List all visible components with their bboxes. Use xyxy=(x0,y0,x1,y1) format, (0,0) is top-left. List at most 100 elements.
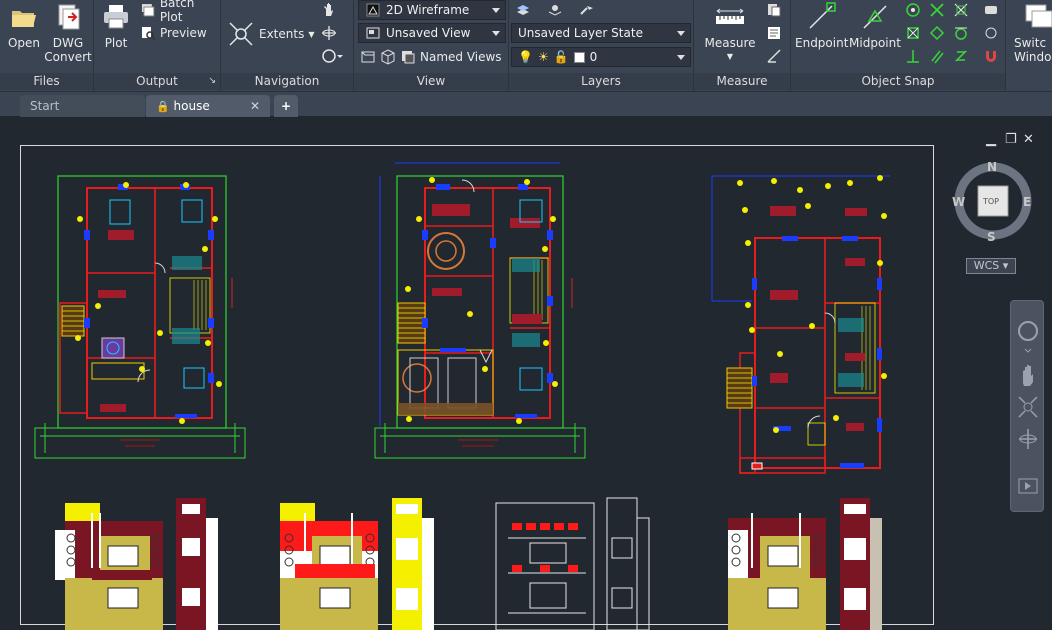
measure-button[interactable]: Measure ▼ xyxy=(700,2,760,64)
files-panel: Open DWG Convert Files xyxy=(0,0,94,92)
layer-thaw-icon: ☀ xyxy=(537,50,549,64)
layer-isolate-icon[interactable] xyxy=(547,2,563,18)
dwg-convert-button[interactable]: DWG Convert xyxy=(44,2,92,64)
viewcube-south[interactable]: S xyxy=(987,230,996,244)
layer-state-dropdown[interactable]: Unsaved Layer State xyxy=(511,23,691,43)
floor-plan-1 xyxy=(34,175,246,459)
zoom-extents-icon xyxy=(229,22,253,46)
navigation-bar xyxy=(1010,300,1044,512)
current-layer-value: 0 xyxy=(589,50,598,64)
layer-unlock-icon: 🔓 xyxy=(553,50,569,64)
magnet-icon[interactable] xyxy=(983,48,999,64)
named-view-dropdown[interactable]: Unsaved View xyxy=(358,23,506,43)
nearest-snap-icon[interactable] xyxy=(953,48,969,64)
snap-tools-column xyxy=(983,2,999,64)
preview-label: Preview xyxy=(160,26,207,40)
pan-icon[interactable] xyxy=(1023,365,1033,386)
viewcube[interactable]: N S E W TOP xyxy=(950,158,1036,244)
minimize-viewport-icon[interactable]: ▁ xyxy=(986,132,996,147)
open-button[interactable]: Open xyxy=(6,2,42,50)
batch-plot-button[interactable]: Batch Plot xyxy=(140,0,220,24)
tangent-snap-icon[interactable] xyxy=(953,25,969,41)
layer-properties-icon[interactable] xyxy=(515,2,531,18)
endpoint-snap-icon xyxy=(806,2,836,32)
extents-label: Extents xyxy=(259,27,305,41)
dwg-convert-icon xyxy=(53,2,83,32)
orbit-icon[interactable] xyxy=(1019,429,1037,449)
plot-label: Plot xyxy=(104,36,128,50)
named-views-button[interactable]: Named Views xyxy=(420,50,502,64)
midpoint-snap-button[interactable]: Midpoint xyxy=(849,2,901,50)
viewcube-north[interactable]: N xyxy=(987,160,997,174)
ruler-icon xyxy=(715,2,745,32)
intersection-snap-icon[interactable] xyxy=(929,2,945,18)
midpoint-snap-icon xyxy=(860,2,890,32)
plot-button[interactable]: Plot xyxy=(98,2,134,50)
view-tools-row: Named Views xyxy=(360,47,502,67)
snap-settings-icon[interactable] xyxy=(983,2,999,18)
close-tab-icon[interactable]: ✕ xyxy=(250,95,260,117)
pan-icon[interactable] xyxy=(321,2,337,21)
snap-grid xyxy=(905,2,977,64)
viewcube-east[interactable]: E xyxy=(1023,195,1031,209)
full-navigation-wheel-icon[interactable] xyxy=(1018,321,1038,341)
files-panel-title: Files xyxy=(0,73,93,90)
wireframe-icon xyxy=(366,3,380,17)
wcs-menu[interactable]: WCS ▾ xyxy=(966,258,1016,274)
orbit-icon[interactable] xyxy=(321,25,337,44)
cube-icon[interactable] xyxy=(380,49,396,65)
view-icon xyxy=(366,27,380,39)
switch-windows-label-2: Windo xyxy=(1014,50,1052,64)
layer-state-value: Unsaved Layer State xyxy=(518,26,643,40)
node-snap-icon[interactable] xyxy=(905,25,921,41)
elevation-3 xyxy=(495,497,650,630)
elevation-2 xyxy=(280,498,434,630)
chevron-down-icon xyxy=(677,55,685,60)
cad-drawing xyxy=(34,162,890,630)
view-panel: 2D Wireframe Unsaved View Named Views Vi… xyxy=(354,0,509,92)
switch-windows-button[interactable]: Switc Windo xyxy=(1014,2,1052,64)
elevation-4 xyxy=(728,498,882,630)
layer-match-icon[interactable] xyxy=(579,2,595,18)
preview-button[interactable]: Preview xyxy=(140,23,207,43)
model-viewport[interactable]: ▁ ❐ ✕ xyxy=(0,118,1052,630)
endpoint-snap-button[interactable]: Endpoint xyxy=(795,2,849,50)
measure-dropdown-icon[interactable]: ▼ xyxy=(700,50,760,64)
id-point-icon[interactable] xyxy=(766,48,782,67)
steering-wheel-icon[interactable] xyxy=(321,48,343,67)
viewcube-top-face[interactable]: TOP xyxy=(983,197,999,206)
zoom-extents-icon[interactable] xyxy=(1018,396,1038,418)
panel-launcher-icon[interactable]: ↘ xyxy=(208,73,216,90)
tab-start[interactable]: Start xyxy=(20,95,145,117)
extents-dropdown-icon[interactable]: ▼ xyxy=(308,30,314,39)
apparent-intersection-icon[interactable] xyxy=(953,2,969,18)
object-snap-panel: Endpoint Midpoint Object Snap xyxy=(791,0,1006,92)
layers-panel-title: Layers xyxy=(509,73,693,90)
extents-button[interactable]: Extents ▼ xyxy=(227,20,315,48)
endpoint-label: Endpoint xyxy=(795,36,849,50)
current-layer-dropdown[interactable]: 💡 ☀ 🔓 0 xyxy=(511,47,691,67)
snap-toggle-icon[interactable] xyxy=(983,25,999,41)
named-view-value: Unsaved View xyxy=(386,26,471,40)
restore-viewport-icon[interactable]: ❐ xyxy=(1005,132,1017,147)
printer-icon xyxy=(101,2,131,32)
close-viewport-icon[interactable]: ✕ xyxy=(1023,132,1034,147)
floor-plan-3 xyxy=(711,175,890,474)
center-snap-icon[interactable] xyxy=(905,2,921,18)
layers-panel: Unsaved Layer State 💡 ☀ 🔓 0 Layers xyxy=(509,0,694,92)
list-icon[interactable] xyxy=(766,25,782,44)
window-panel: Switc Windo xyxy=(1006,0,1052,92)
quadrant-snap-icon[interactable] xyxy=(929,25,945,41)
batch-plot-icon xyxy=(141,4,155,17)
lock-icon: 🔒 xyxy=(156,100,170,113)
output-panel: Plot Batch Plot Preview Output ↘ xyxy=(94,0,221,92)
quick-measure-icon[interactable] xyxy=(766,2,782,21)
view-panel-title: View xyxy=(354,73,508,90)
perpendicular-snap-icon[interactable] xyxy=(905,48,921,64)
tab-house[interactable]: 🔒 house ✕ xyxy=(146,95,270,117)
parallel-snap-icon[interactable] xyxy=(929,48,945,64)
viewcube-west[interactable]: W xyxy=(952,195,965,209)
viewport-icon[interactable] xyxy=(360,49,376,65)
new-tab-button[interactable]: + xyxy=(274,95,298,117)
visual-style-dropdown[interactable]: 2D Wireframe xyxy=(358,0,506,20)
